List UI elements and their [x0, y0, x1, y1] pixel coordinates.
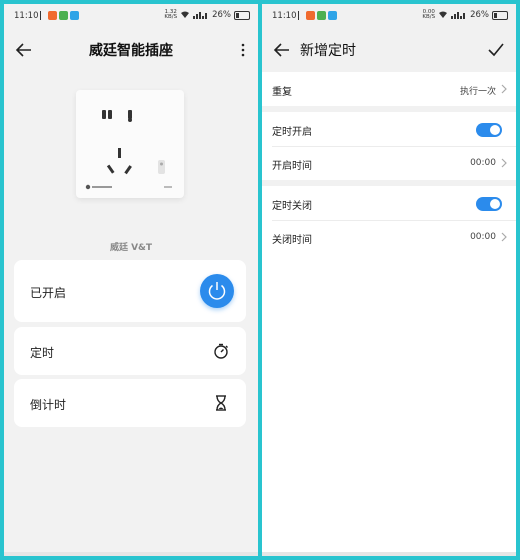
- wifi-icon: [439, 11, 448, 18]
- bluetooth-icon: [40, 11, 46, 20]
- page-title: 威廷智能插座: [89, 43, 173, 59]
- device-name: 威廷 V&T: [109, 243, 153, 253]
- checkmark-icon[interactable]: [486, 40, 506, 60]
- chevron-right-icon: [501, 84, 507, 94]
- countdown-label: 倒计时: [30, 398, 67, 412]
- notification-icons: [298, 11, 337, 20]
- more-vertical-icon[interactable]: [240, 40, 246, 60]
- timer-card[interactable]: 定时: [14, 327, 246, 375]
- app-notification-icon: [306, 11, 315, 20]
- new-timer-screen: 11:10 0.00 KB/S 26% 新增定时 重复 执行一次 定时开启 开启…: [262, 4, 516, 556]
- off-time-value: 00:00: [470, 232, 496, 242]
- chevron-right-icon: [501, 232, 507, 242]
- timed-on-toggle[interactable]: [476, 123, 502, 137]
- network-speed: 1.32 KB/S: [164, 9, 178, 20]
- timed-off-row: 定时关闭: [262, 186, 516, 220]
- nav-bar: [4, 552, 258, 556]
- status-right: 0.00 KB/S 26%: [422, 9, 508, 20]
- timed-off-label: 定时关闭: [272, 201, 312, 212]
- on-time-label: 开启时间: [272, 161, 312, 172]
- socket-illustration: [85, 110, 172, 190]
- battery-icon: [492, 10, 508, 20]
- hourglass-icon: [216, 395, 226, 411]
- off-time-label: 关闭时间: [272, 235, 312, 246]
- status-bar: 11:10 1.32 KB/S 26%: [4, 4, 258, 28]
- app-bar: 威廷智能插座: [4, 32, 258, 68]
- power-button[interactable]: [200, 274, 234, 308]
- timed-on-row: 定时开启: [262, 112, 516, 146]
- status-right: 1.32 KB/S 26%: [164, 9, 250, 20]
- on-time-row[interactable]: 开启时间 00:00: [262, 146, 516, 180]
- app-notification-icon: [317, 11, 326, 20]
- app-notification-icon: [328, 11, 337, 20]
- timed-on-section: 定时开启 开启时间 00:00: [262, 112, 516, 180]
- repeat-value: 执行一次: [459, 87, 496, 97]
- repeat-row[interactable]: 重复 执行一次: [262, 72, 516, 106]
- on-time-value: 00:00: [470, 158, 496, 168]
- timer-label: 定时: [30, 346, 55, 360]
- status-time: 11:10: [272, 11, 297, 21]
- notification-icons: [40, 11, 79, 20]
- power-status-label: 已开启: [30, 286, 67, 300]
- timed-off-toggle[interactable]: [476, 197, 502, 211]
- socket-image: [76, 90, 184, 198]
- nav-bar: [262, 552, 516, 556]
- app-notification-icon: [70, 11, 79, 20]
- bluetooth-icon: [298, 11, 304, 20]
- repeat-section: 重复 执行一次: [262, 72, 516, 106]
- device-screen: 11:10 1.32 KB/S 26% 威廷智能插座 威廷 V&T 已开启 定时…: [4, 4, 258, 556]
- status-time: 11:10: [14, 11, 39, 21]
- power-icon: [208, 282, 226, 300]
- app-bar: 新增定时: [262, 32, 516, 68]
- timed-off-section: 定时关闭 关闭时间 00:00: [262, 186, 516, 254]
- battery-percent: 26%: [470, 10, 489, 20]
- repeat-label: 重复: [272, 87, 292, 98]
- power-card[interactable]: 已开启: [14, 260, 246, 322]
- battery-icon: [234, 10, 250, 20]
- status-bar: 11:10 0.00 KB/S 26%: [262, 4, 516, 28]
- countdown-card[interactable]: 倒计时: [14, 379, 246, 427]
- signal-icon: [451, 12, 466, 19]
- timed-on-label: 定时开启: [272, 127, 312, 138]
- stopwatch-icon: [214, 343, 228, 359]
- app-notification-icon: [59, 11, 68, 20]
- wifi-icon: [181, 11, 190, 18]
- network-speed: 0.00 KB/S: [422, 9, 436, 20]
- empty-area: [262, 254, 516, 556]
- chevron-right-icon: [501, 158, 507, 168]
- page-title: 新增定时: [300, 43, 356, 59]
- app-notification-icon: [48, 11, 57, 20]
- back-arrow-icon[interactable]: [272, 40, 292, 60]
- battery-percent: 26%: [212, 10, 231, 20]
- off-time-row[interactable]: 关闭时间 00:00: [262, 220, 516, 254]
- signal-icon: [193, 12, 208, 19]
